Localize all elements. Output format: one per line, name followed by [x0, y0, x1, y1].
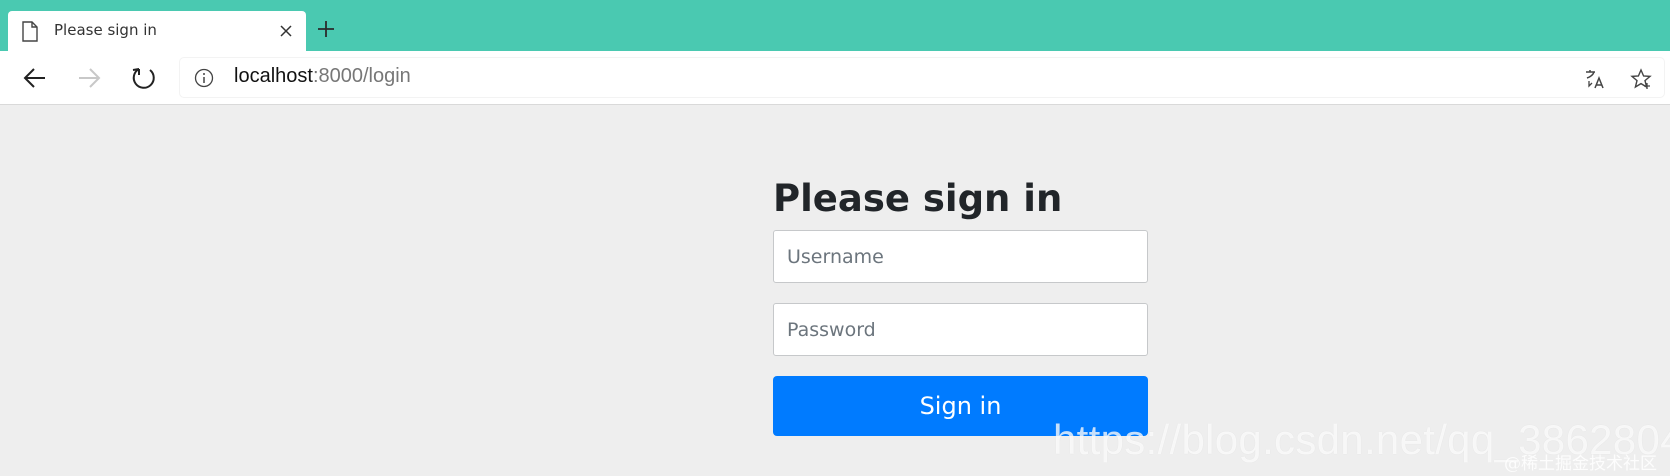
back-arrow-icon[interactable] [22, 65, 48, 91]
address-bar[interactable]: localhost:8000/login [180, 58, 1664, 97]
login-form: Please sign in Sign in [773, 170, 1148, 436]
page-title: Please sign in [773, 177, 1063, 220]
watermark-site: @稀土掘金技术社区 [1504, 454, 1657, 474]
browser-tab[interactable]: Please sign in [8, 11, 306, 51]
url-host: localhost [234, 65, 313, 87]
forward-arrow-icon[interactable] [76, 65, 102, 91]
info-icon[interactable] [194, 68, 214, 88]
password-input[interactable] [773, 303, 1148, 356]
page-icon [22, 21, 38, 42]
close-icon[interactable] [278, 23, 294, 39]
star-icon[interactable] [1630, 68, 1652, 90]
url-text[interactable]: localhost:8000/login [234, 65, 411, 88]
url-path: :8000/login [312, 65, 411, 87]
tab-title: Please sign in [54, 21, 157, 39]
username-input[interactable] [773, 230, 1148, 283]
reload-icon[interactable] [131, 65, 157, 91]
browser-toolbar: localhost:8000/login [0, 51, 1670, 105]
browser-titlebar: Please sign in [0, 0, 1670, 51]
translate-icon[interactable] [1584, 68, 1606, 90]
plus-icon[interactable] [316, 19, 336, 39]
